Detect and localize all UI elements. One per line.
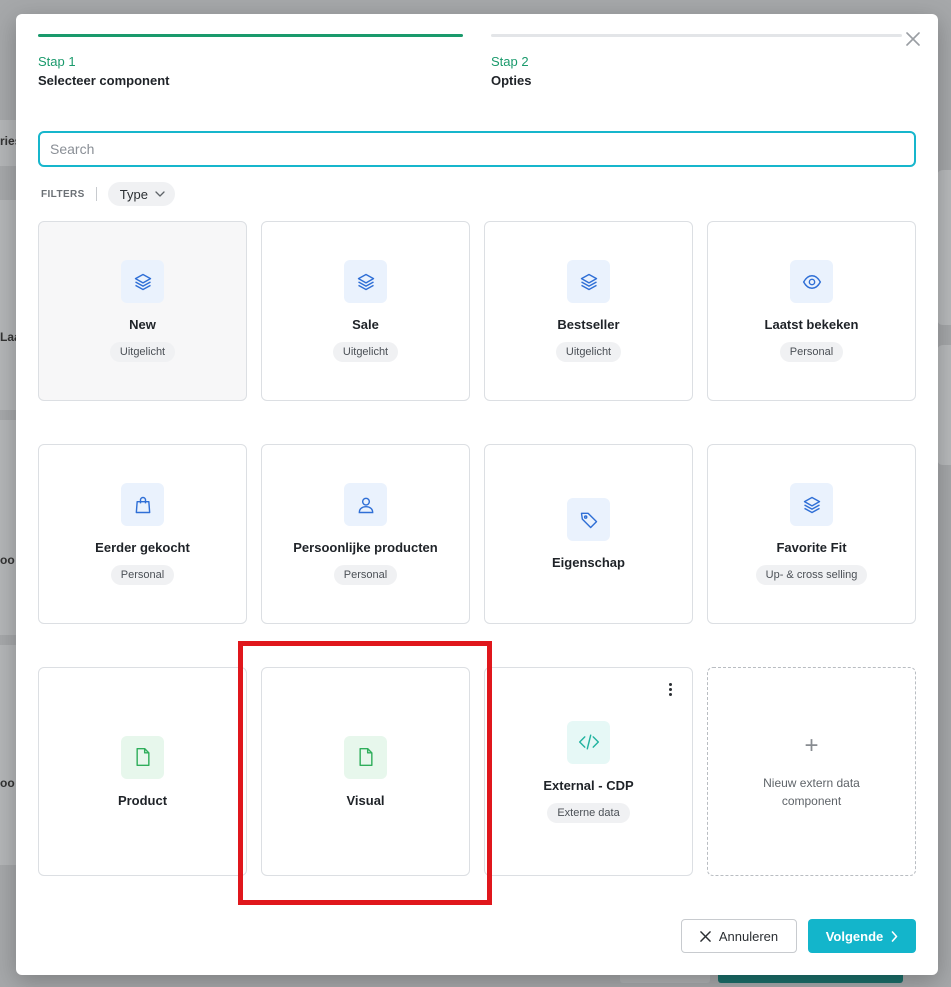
new-external-data-component-card[interactable]: + Nieuw extern data component bbox=[707, 667, 916, 876]
next-button[interactable]: Volgende bbox=[808, 919, 916, 953]
card-tag: Personal bbox=[110, 565, 175, 585]
card-title: Eerder gekocht bbox=[95, 540, 190, 555]
card-tag: Up- & cross selling bbox=[755, 565, 868, 585]
type-filter-label: Type bbox=[119, 186, 148, 202]
plus-icon: + bbox=[804, 731, 819, 759]
card-title: Laatst bekeken bbox=[764, 317, 859, 332]
filters-divider bbox=[95, 187, 97, 201]
kebab-dot bbox=[668, 687, 672, 691]
step-2: Stap 2 Opties bbox=[491, 34, 902, 88]
card-title: New bbox=[129, 317, 156, 332]
kebab-dot bbox=[668, 682, 672, 686]
type-filter-dropdown[interactable]: Type bbox=[107, 182, 175, 206]
select-component-modal: Stap 1 Selecteer component Stap 2 Opties… bbox=[16, 14, 938, 975]
card-icon-box bbox=[121, 260, 164, 303]
card-icon-box bbox=[567, 720, 610, 764]
card-icon-box bbox=[567, 260, 610, 303]
step-1-progress-bar bbox=[38, 34, 463, 37]
background-text: oo bbox=[0, 553, 15, 567]
step-2-label: Opties bbox=[491, 73, 532, 88]
background-card bbox=[0, 200, 16, 410]
card-tag: Personal bbox=[333, 565, 398, 585]
layers-icon bbox=[803, 496, 820, 513]
stepper: Stap 1 Selecteer component Stap 2 Opties bbox=[38, 34, 902, 94]
step-1-number: Stap 1 bbox=[38, 54, 76, 69]
next-button-label: Volgende bbox=[825, 928, 884, 944]
card-title: Persoonlijke producten bbox=[293, 540, 438, 555]
component-card-favorite-fit[interactable]: Favorite Fit Up- & cross selling bbox=[707, 444, 916, 624]
card-icon-box bbox=[344, 260, 387, 303]
filters-bar: FILTERS Type bbox=[41, 182, 175, 206]
card-title: Product bbox=[117, 792, 168, 808]
card-more-options-button[interactable] bbox=[662, 680, 678, 698]
component-card-new[interactable]: New Uitgelicht bbox=[38, 221, 247, 401]
close-button[interactable] bbox=[904, 30, 922, 48]
file-icon bbox=[358, 747, 373, 767]
card-title: Visual bbox=[346, 792, 385, 808]
layers-icon bbox=[357, 273, 374, 290]
component-card-external-cdp[interactable]: External - CDP Externe data bbox=[484, 667, 693, 876]
card-tag: Personal bbox=[779, 342, 844, 362]
component-card-laatst-bekeken[interactable]: Laatst bekeken Personal bbox=[707, 221, 916, 401]
background-card bbox=[0, 645, 16, 865]
card-icon-box bbox=[121, 735, 164, 779]
component-card-product[interactable]: Product bbox=[38, 667, 247, 876]
eye-icon bbox=[802, 274, 821, 289]
card-title: Sale bbox=[352, 317, 379, 332]
cancel-button-label: Annuleren bbox=[718, 928, 779, 944]
card-tag: Uitgelicht bbox=[332, 342, 399, 362]
step-1-label: Selecteer component bbox=[38, 73, 170, 88]
step-2-progress-bar bbox=[491, 34, 902, 37]
file-icon bbox=[135, 747, 150, 767]
new-external-data-label: Nieuw extern data component bbox=[763, 775, 860, 808]
card-tag: Uitgelicht bbox=[109, 342, 176, 362]
search-input[interactable] bbox=[38, 131, 916, 167]
card-tag: Externe data bbox=[547, 802, 630, 823]
card-icon-box bbox=[790, 483, 833, 526]
close-icon bbox=[906, 32, 920, 46]
chevron-down-icon bbox=[155, 191, 165, 197]
card-title: Eigenschap bbox=[552, 555, 625, 570]
step-1: Stap 1 Selecteer component bbox=[38, 34, 463, 88]
background-card bbox=[0, 420, 16, 635]
component-card-eerder-gekocht[interactable]: Eerder gekocht Personal bbox=[38, 444, 247, 624]
card-title: Bestseller bbox=[557, 317, 620, 332]
card-title: External - CDP bbox=[543, 777, 634, 793]
cancel-button[interactable]: Annuleren bbox=[681, 919, 797, 953]
user-icon bbox=[358, 497, 373, 513]
component-card-bestseller[interactable]: Bestseller Uitgelicht bbox=[484, 221, 693, 401]
tag-icon bbox=[580, 512, 597, 528]
layers-icon bbox=[134, 273, 151, 290]
component-card-sale[interactable]: Sale Uitgelicht bbox=[261, 221, 470, 401]
shopping-bag-icon bbox=[135, 496, 150, 513]
card-title: Favorite Fit bbox=[776, 540, 847, 555]
card-icon-box bbox=[790, 260, 833, 303]
code-icon bbox=[578, 734, 599, 750]
close-icon bbox=[700, 930, 711, 942]
component-card-visual[interactable]: Visual bbox=[261, 667, 470, 876]
component-card-eigenschap[interactable]: Eigenschap bbox=[484, 444, 693, 624]
filters-label: FILTERS bbox=[41, 188, 85, 200]
component-card-persoonlijke-producten[interactable]: Persoonlijke producten Personal bbox=[261, 444, 470, 624]
background-text: oo bbox=[0, 776, 15, 790]
card-tag: Uitgelicht bbox=[555, 342, 622, 362]
card-icon-box bbox=[121, 483, 164, 526]
card-icon-box bbox=[567, 498, 610, 541]
step-2-number: Stap 2 bbox=[491, 54, 529, 69]
card-icon-box bbox=[344, 483, 387, 526]
background-panel bbox=[937, 170, 951, 325]
kebab-dot bbox=[668, 692, 672, 696]
chevron-right-icon bbox=[891, 930, 898, 942]
card-icon-box bbox=[344, 735, 387, 779]
background-panel bbox=[937, 345, 951, 465]
layers-icon bbox=[580, 273, 597, 290]
